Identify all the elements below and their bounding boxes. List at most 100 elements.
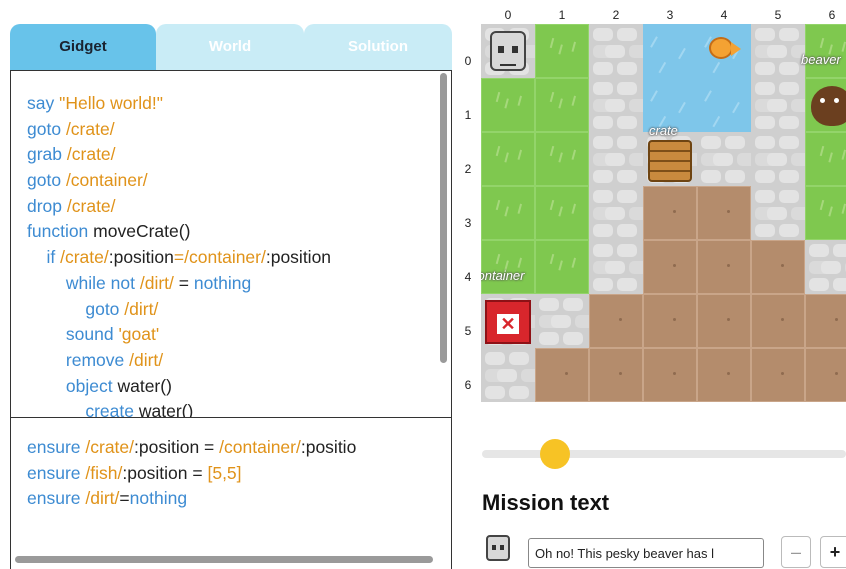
stone-tile[interactable] [751,78,805,132]
code-line[interactable]: sound 'goat' [27,322,441,348]
plus-button[interactable]: + [820,536,846,568]
code-vertical-scrollbar[interactable] [439,71,449,417]
tab-solution[interactable]: Solution [304,24,452,70]
stone-tile[interactable] [751,186,805,240]
code-line[interactable]: create water() [27,399,441,417]
code-token: 'goat' [118,324,160,345]
grass-tile[interactable] [805,186,846,240]
code-line[interactable]: if /crate/:position=/container/:position [27,245,441,271]
gidget-object[interactable] [481,24,535,78]
dirt-tile[interactable] [751,294,805,348]
fish-object[interactable] [697,24,751,78]
assertions-editor[interactable]: ensure /crate/:position = /container/:po… [11,418,451,548]
grass-tile[interactable] [481,240,535,294]
grass-tile[interactable] [481,186,535,240]
code-token: = [173,272,194,293]
code-line[interactable]: drop /crate/ [27,194,441,220]
stone-tile[interactable] [535,294,589,348]
dirt-tile[interactable] [751,240,805,294]
container-object[interactable]: container [481,268,535,348]
grass-tile[interactable] [805,24,846,78]
code-line[interactable]: grab /crate/ [27,142,441,168]
playback-slider-track[interactable] [482,450,846,458]
code-token: /dirt/ [129,349,164,370]
code-line[interactable]: goto /container/ [27,168,441,194]
dirt-tile[interactable] [697,294,751,348]
minus-button[interactable]: – [781,536,811,568]
tab-world[interactable]: World [156,24,304,70]
code-token: water() [117,375,172,396]
row-number: 5 [464,324,472,338]
grass-tile[interactable] [535,186,589,240]
code-token: "Hello world!" [59,93,163,113]
assertion-token: /container/ [219,437,301,457]
stone-tile[interactable] [751,132,805,186]
grass-tile[interactable] [535,24,589,78]
editor-tabs: Gidget World Solution [10,24,452,70]
assertion-line[interactable]: ensure /fish/:position = [5,5] [27,461,451,487]
code-line[interactable]: function moveCrate() [27,219,441,245]
stone-tile[interactable] [697,132,751,186]
code-scroll-thumb[interactable] [440,73,447,363]
code-line[interactable]: remove /dirt/ [27,348,441,374]
stone-tile[interactable] [751,24,805,78]
code-line[interactable]: while not /dirt/ = nothing [27,271,441,297]
code-token: /dirt/ [139,272,174,293]
beaver-object[interactable]: beaver [801,52,846,132]
dirt-tile[interactable] [805,294,846,348]
assertion-token: :positio [300,437,357,457]
stone-tile[interactable] [589,24,643,78]
code-editor[interactable]: say "Hello world!" goto /crate/grab /crat… [11,71,441,417]
stone-tile[interactable] [481,348,535,402]
dirt-tile[interactable] [751,348,805,402]
grass-tile[interactable] [805,132,846,186]
code-line[interactable]: object water() [27,374,441,400]
code-line[interactable]: say "Hello world!" [27,91,441,117]
dirt-tile[interactable] [697,186,751,240]
dirt-tile[interactable] [589,348,643,402]
stone-tile[interactable] [589,186,643,240]
grass-tile[interactable] [535,78,589,132]
assertions-scroll-thumb[interactable] [15,556,433,563]
row-number: 0 [464,54,472,68]
mission-title: Mission text [482,490,610,515]
tab-gidget[interactable]: Gidget [10,24,156,70]
code-token: /crate/ [60,247,109,268]
stone-tile[interactable] [805,240,846,294]
dirt-tile[interactable] [535,348,589,402]
stone-tile[interactable] [589,78,643,132]
code-line[interactable]: goto /dirt/ [27,297,441,323]
assertion-line[interactable]: ensure /crate/:position = /container/:po… [27,435,451,461]
stone-tile[interactable] [589,132,643,186]
dirt-tile[interactable] [643,348,697,402]
code-token: create [85,401,139,417]
dirt-tile[interactable] [805,348,846,402]
assertion-token: /crate/ [85,437,135,457]
code-token: goto [27,170,66,191]
playback-slider-thumb[interactable] [539,439,570,469]
fish-icon [709,37,741,59]
stone-tile[interactable] [589,240,643,294]
code-token: /crate/ [66,195,116,216]
world-grid[interactable]: beaver crate container [481,24,846,402]
code-line[interactable]: goto /crate/ [27,117,441,143]
dirt-tile[interactable] [643,294,697,348]
dirt-tile[interactable] [697,240,751,294]
grass-tile[interactable] [481,78,535,132]
grass-tile[interactable] [535,240,589,294]
mission-text-input[interactable] [528,538,764,568]
assertions-horizontal-scrollbar[interactable] [13,555,445,565]
grass-tile[interactable] [481,132,535,186]
dirt-tile[interactable] [643,240,697,294]
crate-object[interactable]: crate [643,123,697,186]
dirt-tile[interactable] [643,186,697,240]
dirt-tile[interactable] [697,348,751,402]
grass-tile[interactable] [535,132,589,186]
water-tile[interactable] [643,24,697,78]
assertion-token: ensure [27,462,86,483]
water-tile[interactable] [697,78,751,132]
dirt-tile[interactable] [589,294,643,348]
assertion-line[interactable]: ensure /dirt/=nothing [27,486,451,512]
